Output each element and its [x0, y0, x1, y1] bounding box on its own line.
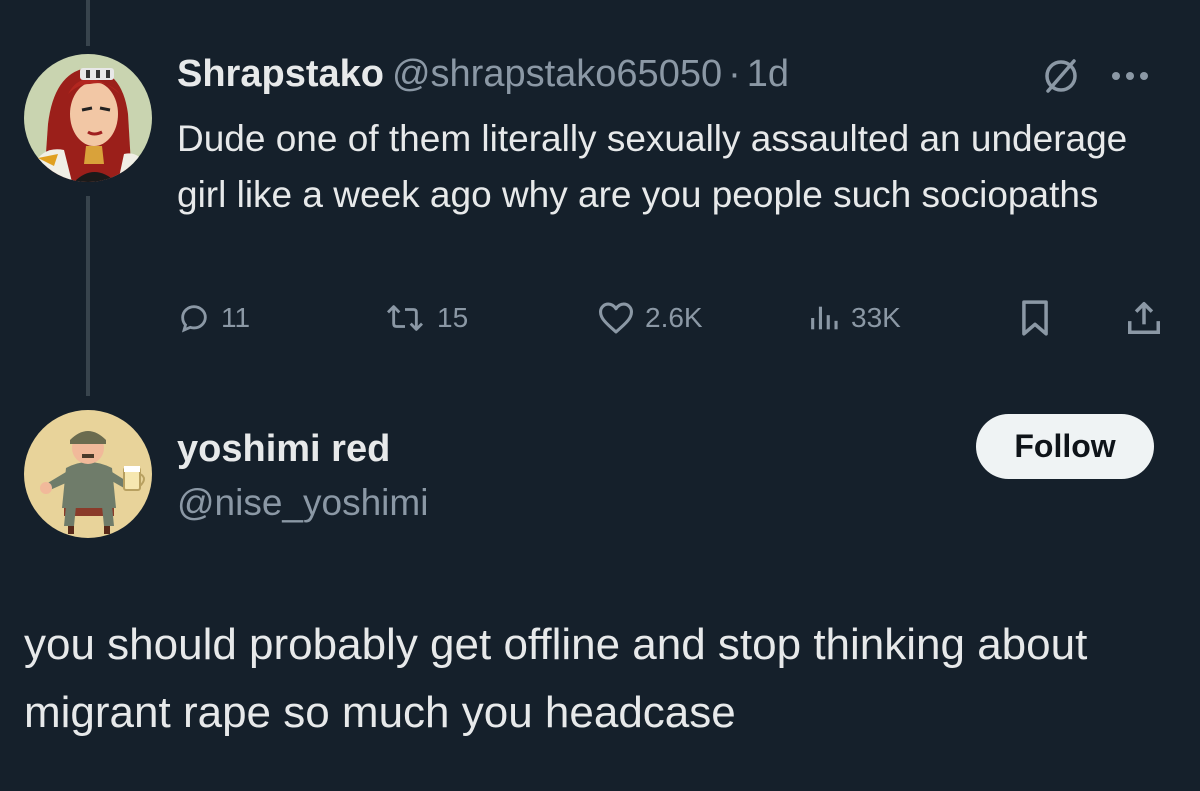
more-options-icon[interactable]	[1108, 56, 1152, 101]
views-icon	[811, 306, 838, 330]
like-icon	[599, 302, 633, 334]
avatar-red-haired-woman-icon	[24, 54, 152, 182]
reply-button[interactable]: 11	[177, 296, 250, 340]
reply-count: 11	[221, 302, 251, 333]
like-button[interactable]: 2.6K	[597, 296, 703, 340]
follow-button[interactable]: Follow	[976, 414, 1154, 479]
tweet-thread-view: Shrapstako @shrapstako65050 · 1d Dude one o…	[0, 0, 1200, 791]
share-button[interactable]	[1125, 296, 1163, 340]
avatar[interactable]	[24, 54, 152, 182]
bookmark-button[interactable]	[1018, 296, 1052, 340]
tweet-text: Dude one of them literally sexually assa…	[177, 118, 1128, 215]
thread-connector-line	[86, 0, 90, 46]
repost-icon	[386, 305, 424, 331]
reply-icon	[181, 305, 207, 333]
avatar-cartoon-man-icon	[24, 410, 152, 538]
user-handle[interactable]: @nise_yoshimi	[177, 481, 428, 525]
tweet-text: you should probably get offline and stop…	[24, 620, 1088, 737]
grok-icon[interactable]	[1040, 55, 1082, 102]
user-handle[interactable]: @shrapstako65050	[392, 53, 722, 95]
thread-connector-line	[86, 196, 90, 396]
views-button[interactable]: 33K	[807, 296, 901, 340]
view-count: 33K	[851, 302, 901, 333]
repost-count: 15	[437, 302, 469, 333]
bookmark-icon	[1022, 300, 1048, 336]
display-name[interactable]: Shrapstako	[177, 53, 384, 95]
avatar[interactable]	[24, 410, 152, 538]
like-count: 2.6K	[645, 302, 703, 333]
tweet-header: Shrapstako @shrapstako65050 · 1d	[177, 52, 789, 96]
repost-button[interactable]: 15	[383, 296, 468, 340]
share-icon	[1128, 302, 1160, 334]
display-name[interactable]: yoshimi red	[177, 427, 390, 471]
timestamp[interactable]: 1d	[747, 53, 789, 95]
separator-dot: ·	[728, 53, 741, 95]
